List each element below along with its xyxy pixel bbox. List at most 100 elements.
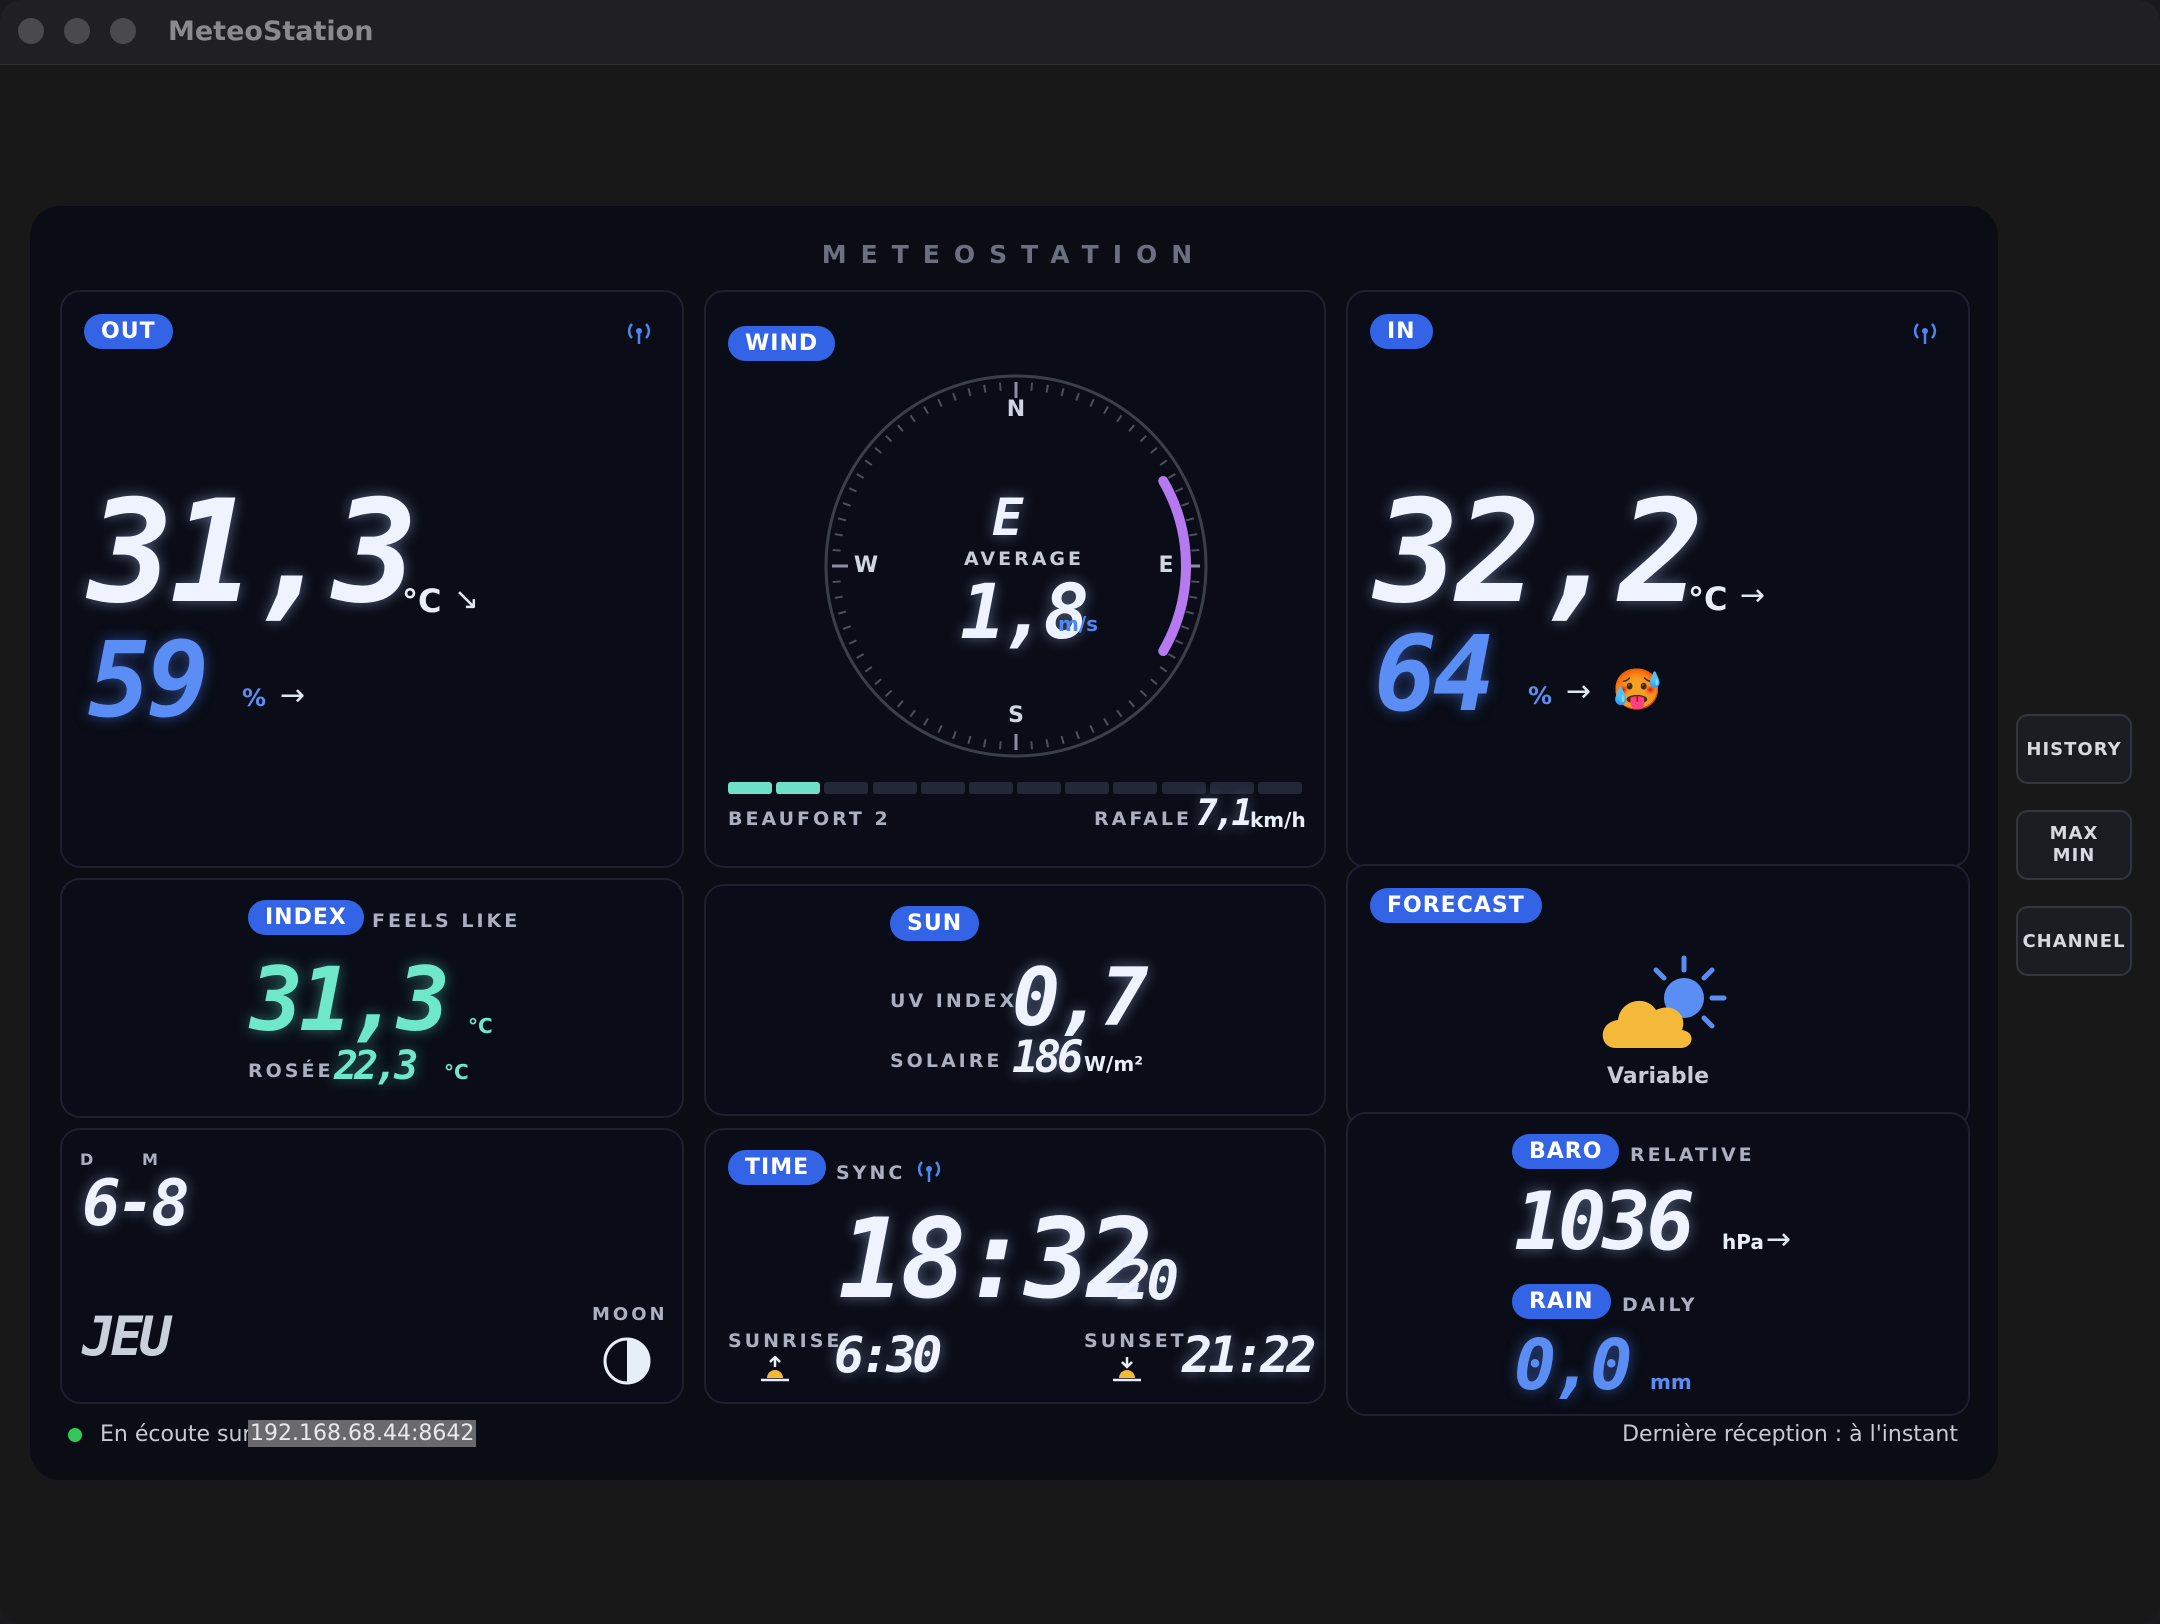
beaufort-segment (1017, 782, 1062, 794)
partly-cloudy-icon (1602, 955, 1727, 1048)
compass-tick (832, 580, 841, 584)
history-button-label: HISTORY (2026, 738, 2122, 760)
compass-label-e: E (1158, 553, 1173, 578)
rain-badge: RAIN (1512, 1284, 1611, 1319)
compass-label-s: S (1008, 703, 1024, 728)
signal-icon (917, 1161, 941, 1182)
forecast-badge: FORECAST (1370, 888, 1542, 923)
out-badge: OUT (84, 314, 173, 349)
sunset-icon (1113, 1357, 1141, 1382)
feels-like-label: FEELS LIKE (372, 910, 521, 932)
beaufort-segment (920, 782, 965, 794)
solar-value: 186 (1012, 1032, 1084, 1083)
outdoor-temperature: 31,3 (88, 470, 418, 635)
sunrise-icon (761, 1356, 789, 1382)
sunset-label: SUNSET (1084, 1330, 1187, 1352)
clock-seconds: 20 (1118, 1249, 1179, 1312)
dew-point-unit: °C (444, 1060, 469, 1084)
sunset-value: 21:22 (1182, 1326, 1317, 1384)
max-min-label-bottom: MIN (2052, 845, 2096, 866)
outdoor-card: OUT 31,3 °C ↘ 59 % → (60, 290, 684, 868)
wind-direction: E (992, 488, 1023, 548)
outdoor-hum-unit: % (242, 684, 267, 712)
wind-badge: WIND (728, 326, 836, 361)
beaufort-label: BEAUFORT 2 (728, 808, 891, 830)
signal-icon (1913, 323, 1937, 344)
sun-card: SUN UV INDEX 0,7 SOLAIRE 186 W/m² (704, 884, 1326, 1116)
indoor-temp-trend-icon: → (1740, 578, 1766, 613)
channel-button-label: CHANNEL (2022, 930, 2126, 952)
indoor-hum-unit: % (1528, 682, 1553, 710)
compass-tick (832, 548, 841, 552)
compass-tick (983, 384, 987, 393)
history-button[interactable]: HISTORY (2016, 714, 2132, 784)
outdoor-temp-trend-icon: ↘ (454, 582, 480, 617)
beaufort-segment (968, 782, 1013, 794)
minimize-window-button[interactable] (64, 18, 90, 44)
beaufort-segment (1113, 782, 1158, 794)
dew-point-value: 22,3 (334, 1043, 418, 1089)
baro-rain-card: BARO RELATIVE 1036 hPa → RAIN DAILY 0,0 … (1346, 1112, 1970, 1416)
compass-tick (1030, 741, 1034, 750)
listening-label: En écoute sur (100, 1422, 252, 1447)
moon-phase-icon (603, 1337, 651, 1385)
gust-value: 7,1 (1196, 793, 1253, 834)
beaufort-segment (1065, 782, 1110, 794)
indoor-hum-trend-icon: → (1566, 674, 1592, 709)
compass-tick (1045, 384, 1049, 393)
dew-point-label: ROSÉE (248, 1060, 334, 1082)
baro-relative-label: RELATIVE (1630, 1144, 1755, 1166)
compass-tick (834, 533, 843, 537)
solar-unit: W/m² (1084, 1052, 1143, 1076)
beaufort-segment (824, 782, 869, 794)
zoom-window-button[interactable] (110, 18, 136, 44)
compass-tick (998, 382, 1002, 391)
baro-trend-icon: → (1766, 1222, 1792, 1257)
compass-tick (1030, 382, 1034, 391)
gust-unit: km/h (1250, 808, 1306, 832)
beaufort-segment (776, 782, 821, 794)
compass-label-w: W (854, 553, 878, 578)
compass-tick (998, 741, 1002, 750)
sunrise-label: SUNRISE (728, 1330, 843, 1352)
feels-like-unit: °C (468, 1014, 493, 1038)
time-badge: TIME (728, 1150, 827, 1185)
indoor-temperature: 32,2 (1374, 470, 1704, 635)
close-window-button[interactable] (18, 18, 44, 44)
clock-value: 18:32 (838, 1195, 1153, 1323)
station-panel: METEOSTATION OUT 31,3 °C ↘ 59 % → WIND N… (30, 206, 1998, 1480)
outdoor-humidity: 59 (88, 619, 209, 741)
compass-tick (1191, 580, 1200, 584)
status-dot (68, 1428, 82, 1442)
beaufort-segment (1257, 782, 1302, 794)
channel-button[interactable]: CHANNEL (2016, 906, 2132, 976)
indoor-temp-unit: °C (1688, 580, 1728, 618)
compass-tick (834, 595, 843, 599)
signal-icon (627, 323, 651, 344)
forecast-condition: Variable (1606, 1064, 1710, 1089)
wind-card: WIND NSEW E AVERAGE 1,8 m/s BEAUFORT 2 R… (704, 290, 1326, 868)
solar-label: SOLAIRE (890, 1050, 1003, 1072)
indoor-card: IN 32,2 °C → 64 % → 🥵 (1346, 290, 1970, 868)
outdoor-hum-trend-icon: → (280, 678, 306, 713)
sync-label: SYNC (836, 1162, 906, 1184)
max-min-button[interactable]: MAX MIN (2016, 810, 2132, 880)
compass-tick (1045, 739, 1049, 748)
outdoor-temp-unit: °C (402, 582, 442, 620)
window-title: MeteoStation (168, 16, 374, 47)
beaufort-segment (872, 782, 917, 794)
last-reception-label: Dernière réception : à l'instant (1622, 1422, 1958, 1447)
baro-unit: hPa (1722, 1230, 1764, 1254)
index-badge: INDEX (248, 900, 364, 935)
calendar-card: D M 6-8 JEU MOON (60, 1128, 684, 1404)
baro-value: 1036 (1514, 1175, 1695, 1268)
app-window: MeteoStation METEOSTATION OUT 31,3 °C ↘ … (0, 0, 2160, 1624)
compass-tick (983, 739, 987, 748)
server-address[interactable]: 192.168.68.44:8642 (248, 1420, 477, 1447)
feels-like-value: 31,3 (250, 948, 450, 1051)
beaufort-segment (728, 782, 773, 794)
weekday-value: JEU (82, 1305, 172, 1368)
uv-index-label: UV INDEX (890, 990, 1018, 1012)
wind-unit: m/s (1058, 612, 1099, 636)
compass-tick (1191, 548, 1200, 552)
